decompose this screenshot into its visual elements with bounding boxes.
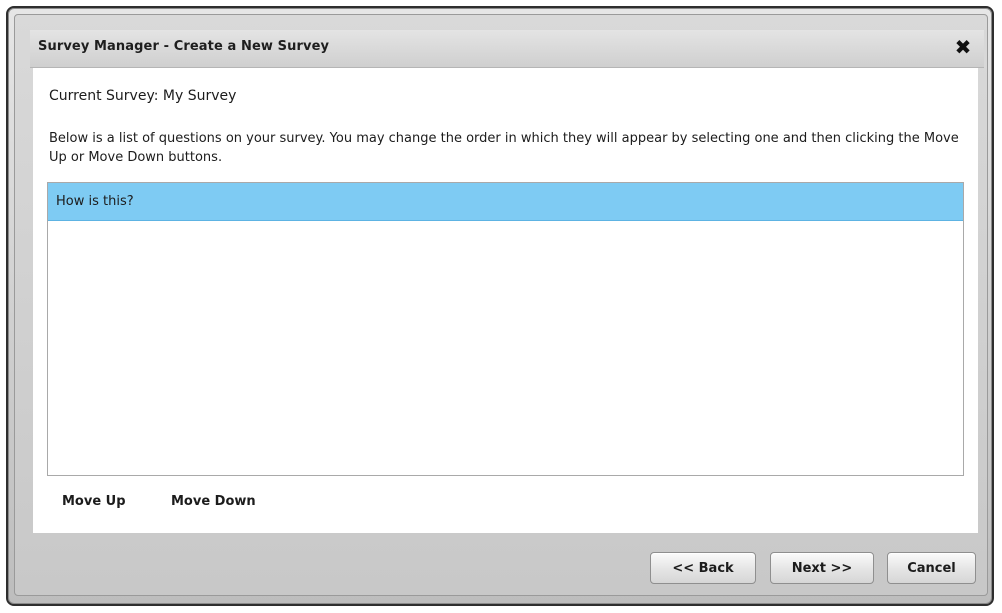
move-up-button[interactable]: Move Up	[62, 494, 126, 509]
cancel-button[interactable]: Cancel	[887, 552, 976, 584]
dialog-content: Current Survey: My Survey Below is a lis…	[33, 68, 978, 533]
current-survey-label: Current Survey: My Survey	[49, 88, 237, 104]
dialog-titlebar: Survey Manager - Create a New Survey ✖	[30, 30, 984, 68]
next-button[interactable]: Next >>	[770, 552, 874, 584]
dialog-title: Survey Manager - Create a New Survey	[38, 39, 330, 54]
question-item[interactable]: How is this?	[48, 183, 963, 221]
close-icon[interactable]: ✖	[950, 33, 976, 61]
instructions-text: Below is a list of questions on your sur…	[49, 131, 959, 165]
back-button[interactable]: << Back	[650, 552, 756, 584]
move-down-button[interactable]: Move Down	[171, 494, 256, 509]
question-list[interactable]: How is this?	[47, 182, 964, 476]
